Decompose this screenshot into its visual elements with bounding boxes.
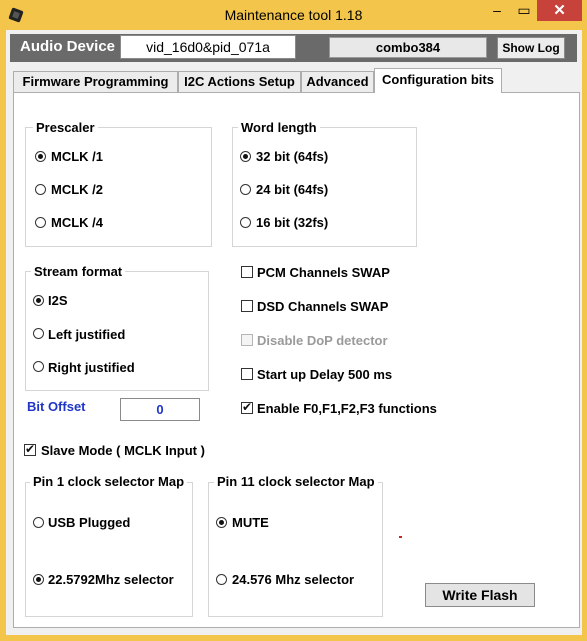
pin11-label-24mhz: 24.576 Mhz selector [232,572,355,587]
minimize-icon: – [493,2,501,18]
word-length-label-32bit: 32 bit (64fs) [256,149,329,164]
prescaler-label-mclk4: MCLK /4 [51,215,103,230]
audio-device-label: Audio Device [20,38,116,55]
word-length-title: Word length [238,120,320,135]
dsd-swap-label: DSD Channels SWAP [257,299,389,314]
minimize-button[interactable]: – [483,0,511,21]
stream-format-title: Stream format [31,264,126,279]
bit-offset-input[interactable]: 0 [120,398,200,421]
disable-dop-checkbox[interactable] [241,334,253,346]
prescaler-radio-mclk1[interactable] [35,151,46,162]
close-icon: ✕ [553,2,566,19]
word-length-radio-32bit[interactable] [240,151,251,162]
pin1-label-usb-plugged: USB Plugged [48,515,131,530]
prescaler-title: Prescaler [33,120,98,135]
pin11-radio-24mhz[interactable] [216,574,227,585]
tab-configuration-bits[interactable]: Configuration bits [374,68,502,93]
maximize-button[interactable]: ▭ [511,0,537,21]
pcm-swap-label: PCM Channels SWAP [257,265,390,280]
pin1-radio-22mhz[interactable] [33,574,44,585]
tab-i2c-actions-setup[interactable]: I2C Actions Setup [178,71,301,92]
pin1-title: Pin 1 clock selector Map [30,474,188,489]
word-length-radio-24bit[interactable] [240,184,251,195]
stream-format-radio-left[interactable] [33,328,44,339]
tab-advanced[interactable]: Advanced [301,71,374,92]
bit-offset-label: Bit Offset [27,399,86,414]
write-flash-button[interactable]: Write Flash [425,583,535,607]
close-button[interactable]: ✕ [537,0,582,21]
stream-format-label-left: Left justified [48,327,126,342]
pin11-title: Pin 11 clock selector Map [214,474,378,489]
prescaler-radio-mclk2[interactable] [35,184,46,195]
prescaler-label-mclk1: MCLK /1 [51,149,103,164]
word-length-label-24bit: 24 bit (64fs) [256,182,329,197]
prescaler-radio-mclk4[interactable] [35,217,46,228]
pcm-swap-checkbox[interactable] [241,266,253,278]
pin11-label-mute: MUTE [232,515,269,530]
red-mark [399,536,402,538]
stream-format-label-right: Right justified [48,360,135,375]
chip-name-field: combo384 [329,37,487,58]
stream-format-radio-right[interactable] [33,361,44,372]
word-length-label-16bit: 16 bit (32fs) [256,215,329,230]
show-log-button[interactable]: Show Log [497,37,565,59]
maximize-icon: ▭ [517,2,531,18]
pin1-group [25,482,193,617]
stream-format-label-i2s: I2S [48,293,68,308]
pin1-radio-usb-plugged[interactable] [33,517,44,528]
prescaler-label-mclk2: MCLK /2 [51,182,103,197]
dsd-swap-checkbox[interactable] [241,300,253,312]
device-id-field[interactable]: vid_16d0&pid_071a [120,35,296,59]
pin1-label-22mhz: 22.5792Mhz selector [48,572,174,587]
pin11-radio-mute[interactable] [216,517,227,528]
word-length-radio-16bit[interactable] [240,217,251,228]
disable-dop-label: Disable DoP detector [257,333,388,348]
startup-delay-label: Start up Delay 500 ms [257,367,393,382]
stream-format-radio-i2s[interactable] [33,295,44,306]
enable-functions-checkbox[interactable] [241,400,253,414]
slave-mode-label: Slave Mode ( MCLK Input ) [41,443,205,458]
enable-functions-label: Enable F0,F1,F2,F3 functions [257,401,437,416]
tab-firmware-programming[interactable]: Firmware Programming [13,71,178,92]
startup-delay-checkbox[interactable] [241,368,253,380]
pin11-group [208,482,383,617]
slave-mode-checkbox[interactable] [24,442,36,456]
